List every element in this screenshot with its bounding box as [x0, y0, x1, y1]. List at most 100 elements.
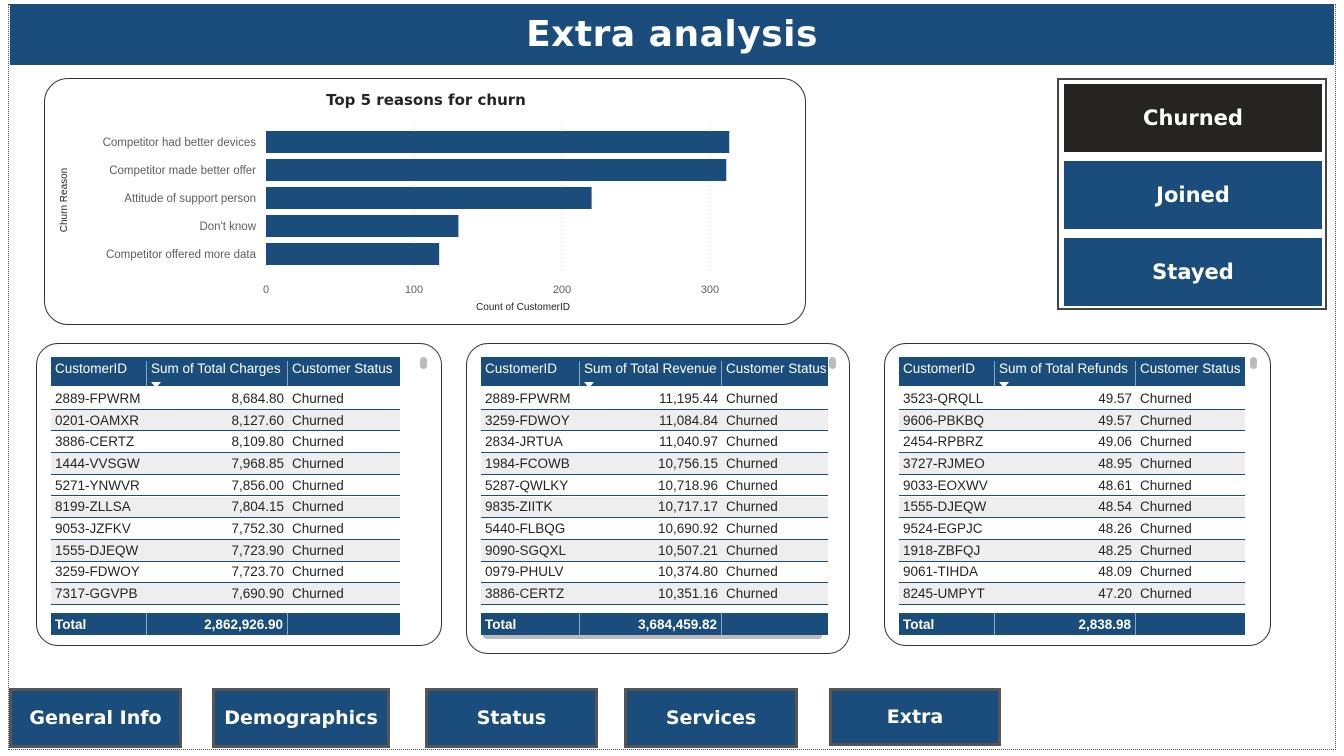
- table-row[interactable]: 5271-YNWVR 7,856.00 Churned: [51, 475, 400, 497]
- table-row[interactable]: 9606-PBKBQ 49.57 Churned: [899, 409, 1245, 432]
- table-row[interactable]: 1555-DJEQW 48.54 Churned: [899, 496, 1245, 519]
- table-row[interactable]: 3259-FDWOY 11,084.84 Churned: [481, 409, 828, 432]
- category-label: Don't know: [199, 221, 256, 233]
- nav-status-button[interactable]: Status: [425, 688, 598, 748]
- customer-id-cell: 8199-ZLLSA: [55, 499, 131, 515]
- sort-descending-icon[interactable]: [999, 382, 1009, 386]
- table-row[interactable]: 1918-ZBFQJ 48.25 Churned: [899, 539, 1245, 562]
- column-header[interactable]: Customer Status: [288, 361, 400, 386]
- charges-table-scrollbar[interactable]: [420, 357, 427, 369]
- table-row[interactable]: 9061-TIHDA 48.09 Churned: [899, 562, 1245, 584]
- nav-extra-button[interactable]: Extra: [829, 688, 1001, 746]
- total-label: Total: [481, 613, 580, 635]
- column-header[interactable]: CustomerID: [51, 361, 147, 386]
- column-header-label: CustomerID: [55, 361, 128, 376]
- sort-descending-icon[interactable]: [584, 382, 594, 386]
- column-header[interactable]: Sum of Total Charges: [147, 361, 288, 386]
- status-cell: Churned: [726, 521, 778, 537]
- column-header[interactable]: Customer Status: [1136, 361, 1245, 386]
- nav-services-button[interactable]: Services: [624, 688, 798, 748]
- column-header[interactable]: CustomerID: [481, 361, 580, 386]
- status-cell: Churned: [726, 434, 778, 450]
- total-value: 2,862,926.90: [147, 613, 288, 635]
- customer-id-cell: 3259-FDWOY: [55, 564, 140, 580]
- table-row[interactable]: 7317-GGVPB 7,690.90 Churned: [51, 583, 400, 605]
- table-row[interactable]: 9835-ZIITK 10,717.17 Churned: [481, 496, 828, 519]
- table-row[interactable]: 3523-QRQLL 49.57 Churned: [899, 388, 1245, 410]
- table-row[interactable]: 2889-FPWRM 11,195.44 Churned: [481, 388, 828, 410]
- bar[interactable]: [266, 215, 459, 237]
- table-row[interactable]: 2454-RPBRZ 49.06 Churned: [899, 431, 1245, 454]
- customer-id-cell: 3727-RJMEO: [903, 455, 985, 471]
- amount-cell: 7,723.70: [231, 564, 284, 580]
- table-row[interactable]: 3886-CERTZ 10,351.16 Churned: [481, 583, 828, 605]
- table-row[interactable]: 9033-EOXWV 48.61 Churned: [899, 475, 1245, 497]
- amount-cell: 47.20: [1098, 586, 1132, 602]
- table-row[interactable]: 9524-EGPJC 48.26 Churned: [899, 518, 1245, 540]
- slicer-item-joined[interactable]: Joined: [1064, 161, 1322, 229]
- amount-cell: 48.61: [1098, 477, 1132, 493]
- status-cell: Churned: [292, 521, 344, 537]
- table-row[interactable]: 1555-DJEQW 7,723.90 Churned: [51, 539, 400, 562]
- total-empty: [1136, 613, 1245, 635]
- page-title: Extra analysis: [10, 4, 1334, 65]
- table-row[interactable]: 8199-ZLLSA 7,804.15 Churned: [51, 496, 400, 519]
- column-header[interactable]: CustomerID: [899, 361, 995, 386]
- total-empty: [722, 613, 828, 635]
- revenue-table-scrollbar[interactable]: [829, 357, 836, 369]
- table-row[interactable]: 0979-PHULV 10,374.80 Churned: [481, 562, 828, 584]
- amount-cell: 7,856.00: [231, 477, 284, 493]
- total-empty: [288, 613, 400, 635]
- bar[interactable]: [266, 243, 440, 265]
- customer-id-cell: 8245-UMPYT: [903, 586, 985, 602]
- nav-demographics-button[interactable]: Demographics: [212, 688, 390, 748]
- churn-reasons-chart[interactable]: Top 5 reasons for churn 0 100 200 300 Competi…: [45, 79, 807, 326]
- table-row[interactable]: 3886-CERTZ 8,109.80 Churned: [51, 431, 400, 454]
- table-row[interactable]: 9053-JZFKV 7,752.30 Churned: [51, 518, 400, 540]
- table-row[interactable]: 3259-FDWOY 7,723.70 Churned: [51, 562, 400, 584]
- column-header-label: Customer Status: [1140, 361, 1241, 376]
- refunds-table: CustomerID Sum of Total Refunds Customer S…: [899, 357, 1245, 637]
- refunds-table-scrollbar[interactable]: [1250, 357, 1257, 369]
- customer-id-cell: 3886-CERTZ: [485, 586, 565, 602]
- table-row[interactable]: 9090-SGQXL 10,507.21 Churned: [481, 539, 828, 562]
- bar[interactable]: [266, 131, 730, 153]
- amount-cell: 10,718.96: [657, 477, 718, 493]
- column-header-label: Sum of Total Revenue: [584, 361, 717, 376]
- sort-descending-icon[interactable]: [151, 382, 161, 386]
- amount-cell: 7,690.90: [231, 586, 284, 602]
- column-header[interactable]: Sum of Total Revenue: [580, 361, 722, 386]
- amount-cell: 8,684.80: [231, 390, 284, 406]
- bar[interactable]: [266, 187, 592, 209]
- table-row[interactable]: 5440-FLBQG 10,690.92 Churned: [481, 518, 828, 540]
- customer-id-cell: 0201-OAMXR: [55, 412, 140, 428]
- status-cell: Churned: [292, 564, 344, 580]
- bar[interactable]: [266, 159, 727, 181]
- column-header-label: Customer Status: [292, 361, 393, 376]
- column-header[interactable]: Sum of Total Refunds: [995, 361, 1136, 386]
- table-row[interactable]: 8245-UMPYT 47.20 Churned: [899, 583, 1245, 605]
- slicer-item-stayed[interactable]: Stayed: [1064, 238, 1322, 306]
- charges-table: CustomerID Sum of Total Charges Customer S…: [51, 357, 400, 637]
- table-row[interactable]: 1444-VVSGW 7,968.85 Churned: [51, 453, 400, 475]
- table-row[interactable]: 2889-FPWRM 8,684.80 Churned: [51, 388, 400, 410]
- amount-cell: 7,752.30: [231, 521, 284, 537]
- status-cell: Churned: [292, 542, 344, 558]
- table-row[interactable]: 1984-FCOWB 10,756.15 Churned: [481, 453, 828, 475]
- table-row[interactable]: 3727-RJMEO 48.95 Churned: [899, 453, 1245, 475]
- status-cell: Churned: [1140, 564, 1192, 580]
- column-header[interactable]: Customer Status: [722, 361, 828, 386]
- category-label: Attitude of support person: [124, 193, 256, 205]
- table-row[interactable]: 2834-JRTUA 11,040.97 Churned: [481, 431, 828, 454]
- status-cell: Churned: [1140, 499, 1192, 515]
- table-row[interactable]: 0201-OAMXR 8,127.60 Churned: [51, 409, 400, 432]
- table-row[interactable]: 5287-QWLKY 10,718.96 Churned: [481, 475, 828, 497]
- x-tick-label: 100: [405, 284, 423, 296]
- column-header-label: CustomerID: [485, 361, 558, 376]
- slicer-item-churned[interactable]: Churned: [1064, 84, 1322, 152]
- amount-cell: 48.09: [1098, 564, 1132, 580]
- status-cell: Churned: [1140, 586, 1192, 602]
- status-cell: Churned: [726, 499, 778, 515]
- customer-id-cell: 0979-PHULV: [485, 564, 564, 580]
- nav-general-info-button[interactable]: General Info: [9, 688, 182, 748]
